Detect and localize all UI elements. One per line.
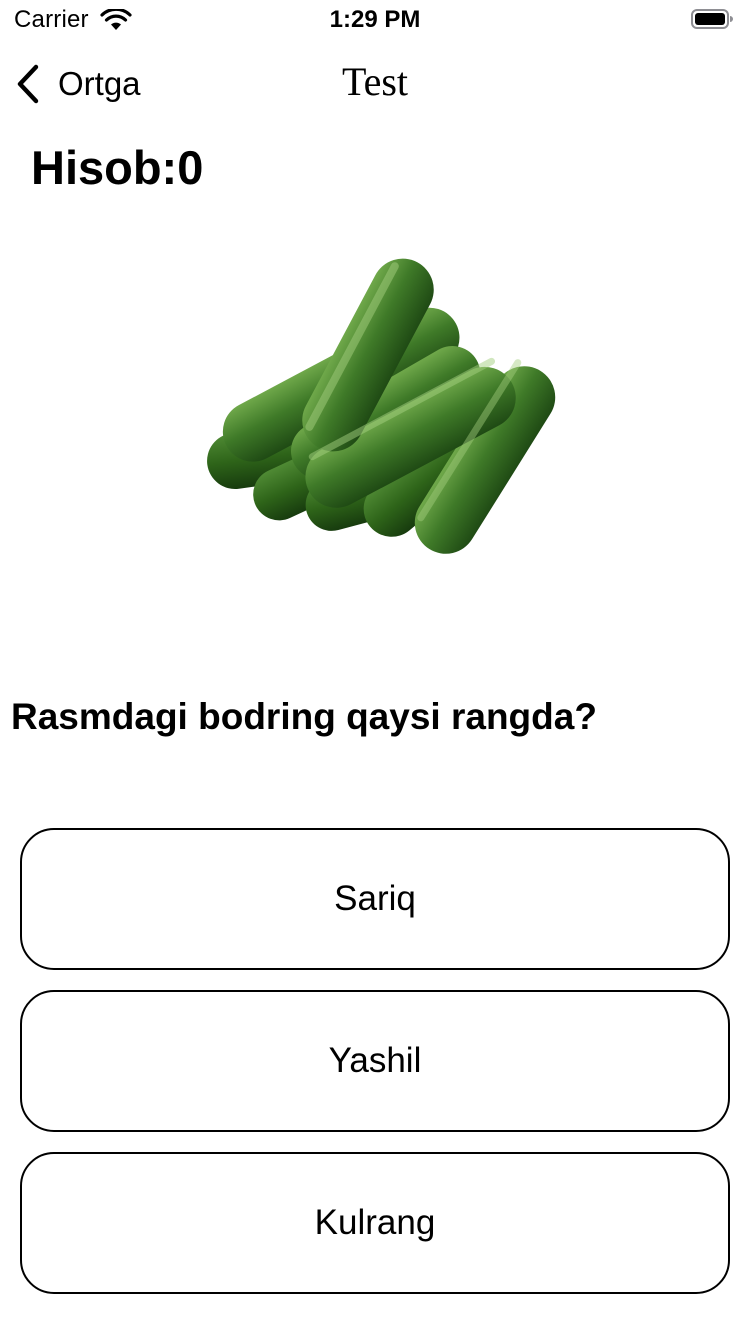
answer-list: Sariq Yashil Kulrang: [20, 828, 730, 1314]
question-text: Rasmdagi bodring qaysi rangda?: [11, 696, 597, 737]
battery-icon: [691, 9, 733, 29]
navigation-bar: Ortga Test: [0, 40, 750, 128]
answer-button-kulrang[interactable]: Kulrang: [20, 1152, 730, 1294]
score-label: Hisob:0: [31, 141, 204, 194]
page-title: Test: [341, 59, 409, 104]
answer-button-sariq[interactable]: Sariq: [20, 828, 730, 970]
cucumber-image: [200, 245, 560, 575]
status-time: 1:29 PM: [329, 6, 421, 33]
status-bar: Carrier 1:29 PM: [0, 0, 750, 40]
answer-button-yashil[interactable]: Yashil: [20, 990, 730, 1132]
